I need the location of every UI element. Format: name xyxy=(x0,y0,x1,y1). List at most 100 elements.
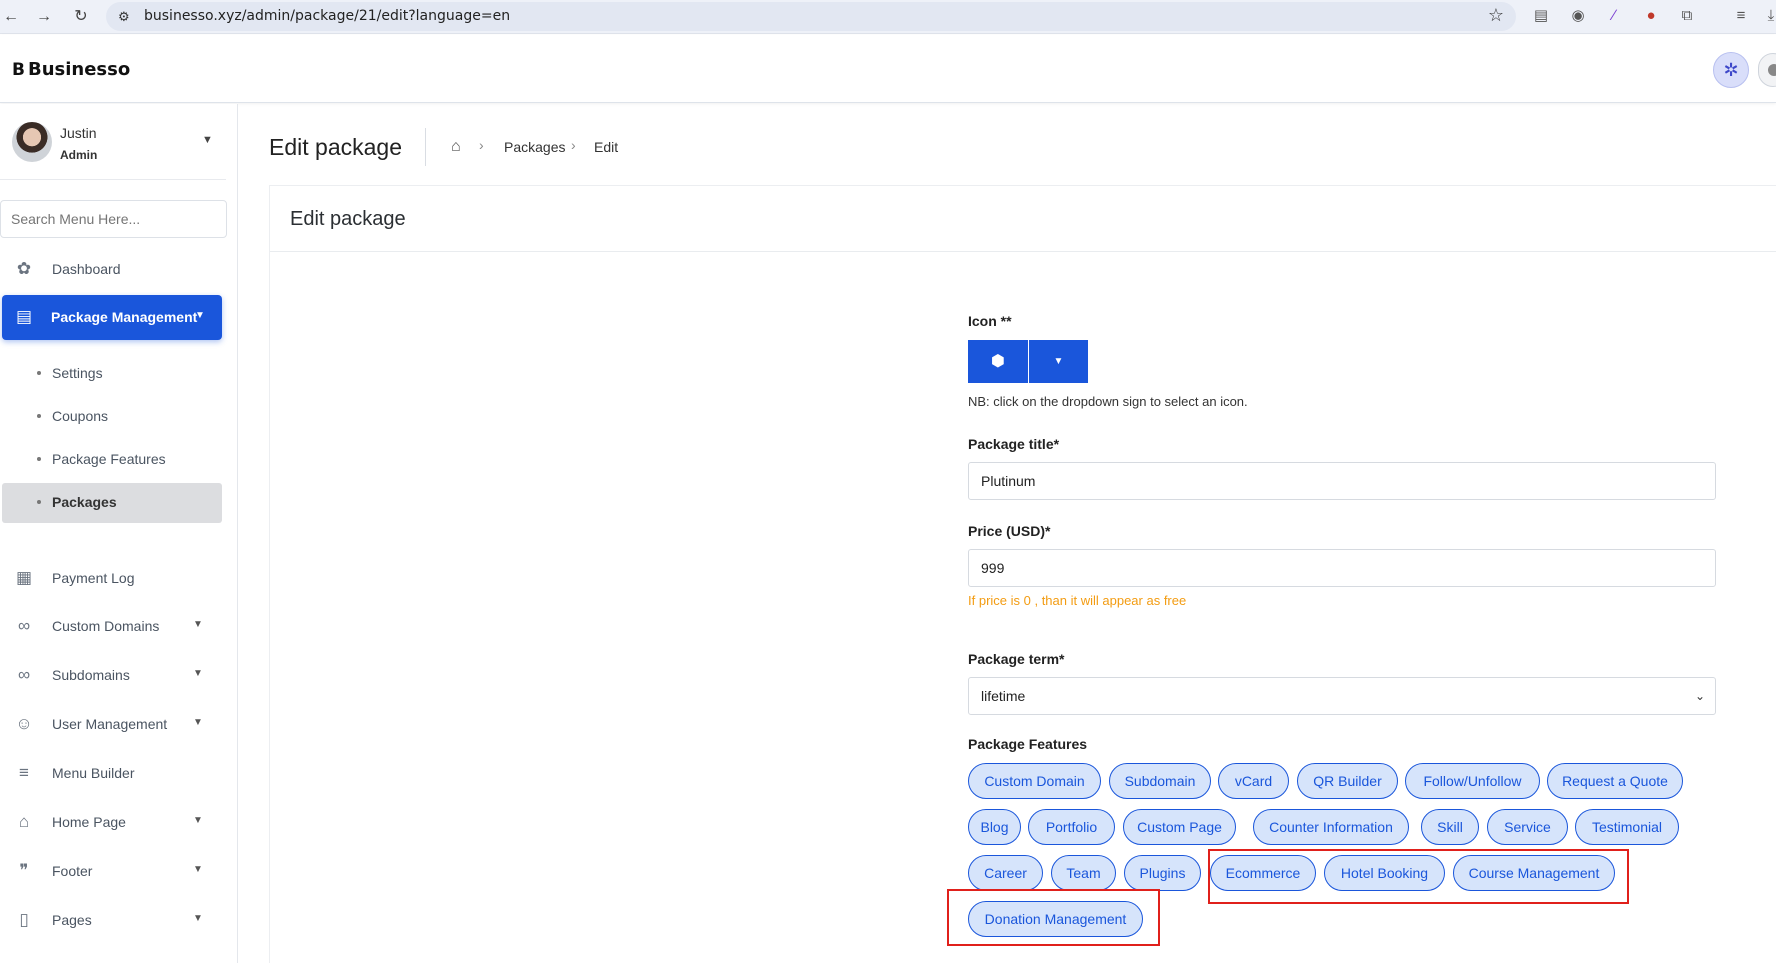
sidebar-item-footer[interactable]: ❞ Footer ▼ xyxy=(0,851,226,891)
caret-down-icon: ▼ xyxy=(193,815,203,826)
highlight-box xyxy=(947,889,1160,946)
package-term-label: Package term* xyxy=(968,651,1065,667)
feature-chip[interactable]: QR Builder xyxy=(1297,763,1398,799)
color-picker-icon[interactable]: ● xyxy=(1641,6,1661,26)
package-features-label: Package Features xyxy=(968,736,1088,752)
theme-toggle[interactable] xyxy=(1758,53,1776,87)
feature-chip[interactable]: Blog xyxy=(968,809,1021,845)
brand-logo[interactable]: B Businesso xyxy=(12,59,130,80)
page-title: Edit package xyxy=(269,134,402,160)
site-settings-icon[interactable]: ⚙ xyxy=(118,9,130,25)
caret-down-icon[interactable]: ▼ xyxy=(202,134,213,146)
sidebar-item-label: Package Management xyxy=(51,309,198,325)
app-header: B Businesso ✲ xyxy=(0,35,1776,103)
chevron-down-icon: ⌄ xyxy=(1694,689,1705,703)
palette-icon: ✿ xyxy=(16,259,32,278)
icon-dropdown-button[interactable]: ▼ xyxy=(1029,340,1088,383)
reading-list-icon[interactable]: ≡ xyxy=(1731,6,1751,26)
address-bar[interactable]: ⚙ businesso.xyz/admin/package/21/edit?la… xyxy=(106,2,1516,31)
clipboard-icon[interactable]: ▤ xyxy=(1531,6,1551,26)
caret-down-icon: ▼ xyxy=(193,619,203,630)
feature-chip[interactable]: Custom Domain xyxy=(968,763,1101,799)
sidebar-item-home-page[interactable]: ⌂ Home Page ▼ xyxy=(0,802,226,842)
breadcrumb-packages[interactable]: Packages xyxy=(504,139,565,155)
sidebar-subitem-settings[interactable]: Settings xyxy=(0,354,226,394)
home-icon: ⌂ xyxy=(18,812,30,831)
extensions-icon[interactable]: ⧉ xyxy=(1677,6,1697,26)
back-icon[interactable]: ← xyxy=(0,6,22,28)
shoe-prints-icon: ❞ xyxy=(19,861,29,880)
search-menu-input[interactable] xyxy=(0,200,227,238)
feature-chip[interactable]: Plugins xyxy=(1124,855,1201,891)
link-icon: ∞ xyxy=(17,665,31,684)
reload-icon[interactable]: ↻ xyxy=(70,6,92,28)
sidebar-item-label: Menu Builder xyxy=(52,765,135,781)
sidebar-subitem-label: Coupons xyxy=(52,408,109,424)
sidebar-item-subdomains[interactable]: ∞ Subdomains ▼ xyxy=(0,655,226,695)
sidebar-item-dashboard[interactable]: ✿ Dashboard xyxy=(0,249,226,289)
avatar xyxy=(12,122,52,162)
package-term-select[interactable]: lifetime ⌄ xyxy=(968,677,1716,715)
sidebar-item-pages[interactable]: ▯ Pages ▼ xyxy=(0,900,226,940)
price-input[interactable]: 999 xyxy=(968,549,1716,587)
pen-icon[interactable]: ∕ xyxy=(1604,6,1624,26)
feature-chip[interactable]: Career xyxy=(968,855,1043,891)
price-hint: If price is 0 , than it will appear as f… xyxy=(968,593,1187,608)
user-profile[interactable]: Justin Admin ▼ xyxy=(0,104,226,180)
icon-preview-button[interactable]: ⬢ xyxy=(968,340,1028,383)
sidebar: Justin Admin ▼ ✿ Dashboard ▤ Package Man… xyxy=(0,104,238,963)
logo-text: Businesso xyxy=(27,59,131,80)
logo-mark: B xyxy=(12,60,25,80)
sidebar-item-label: Pages xyxy=(52,912,92,928)
invoice-icon: ▦ xyxy=(15,568,33,587)
bullet-icon xyxy=(37,457,41,461)
sidebar-item-user-management[interactable]: ☺ User Management ▼ xyxy=(0,704,226,744)
icon-note: NB: click on the dropdown sign to select… xyxy=(968,394,1248,409)
sidebar-item-label: Custom Domains xyxy=(52,618,160,634)
feature-chip[interactable]: Counter Information xyxy=(1253,809,1409,845)
camera-icon[interactable]: ◉ xyxy=(1568,6,1588,26)
sidebar-item-custom-domains[interactable]: ∞ Custom Domains ▼ xyxy=(0,606,226,646)
feature-chip[interactable]: Request a Quote xyxy=(1547,763,1683,799)
icon-label: Icon ** xyxy=(968,313,1012,329)
feature-chip[interactable]: Portfolio xyxy=(1028,809,1115,845)
bars-icon: ≡ xyxy=(19,763,29,782)
sidebar-subitem-packages[interactable]: Packages xyxy=(2,483,222,523)
users-icon: ☺ xyxy=(15,714,33,733)
sidebar-subitem-coupons[interactable]: Coupons xyxy=(0,397,226,437)
feature-chip[interactable]: Team xyxy=(1051,855,1116,891)
receipt-icon: ▤ xyxy=(15,307,33,326)
card-title: Edit package xyxy=(290,208,406,230)
sidebar-subitem-label: Packages xyxy=(52,494,117,510)
caret-down-icon: ▼ xyxy=(1053,356,1064,367)
feature-chip[interactable]: Skill xyxy=(1421,809,1479,845)
price-label: Price (USD)* xyxy=(968,523,1051,539)
package-title-input[interactable]: Plutinum xyxy=(968,462,1716,500)
sidebar-subitem-package-features[interactable]: Package Features xyxy=(0,440,226,480)
feature-chip[interactable]: Service xyxy=(1487,809,1568,845)
home-icon[interactable]: ⌂ xyxy=(451,138,461,156)
sidebar-item-menu-builder[interactable]: ≡ Menu Builder xyxy=(0,753,226,793)
feature-chip[interactable]: Follow/Unfollow xyxy=(1405,763,1540,799)
feature-chip[interactable]: Subdomain xyxy=(1109,763,1211,799)
download-icon[interactable]: ⤓ xyxy=(1761,6,1776,26)
sidebar-item-package-management[interactable]: ▤ Package Management ▼ xyxy=(2,295,222,340)
forward-icon[interactable]: → xyxy=(33,6,55,28)
sidebar-item-label: Home Page xyxy=(52,814,126,830)
card-header: Edit package xyxy=(270,186,1776,252)
highlight-box xyxy=(1208,849,1629,904)
settings-gear-button[interactable]: ✲ xyxy=(1713,52,1749,88)
sidebar-item-payment-log[interactable]: ▦ Payment Log xyxy=(0,558,226,598)
feature-chip[interactable]: Custom Page xyxy=(1123,809,1236,845)
bookmark-star-icon[interactable]: ☆ xyxy=(1488,5,1504,26)
caret-down-icon: ▼ xyxy=(195,310,205,321)
caret-down-icon: ▼ xyxy=(193,864,203,875)
file-icon: ▯ xyxy=(19,910,29,929)
feature-chip[interactable]: vCard xyxy=(1218,763,1289,799)
package-title-label: Package title* xyxy=(968,436,1060,452)
feature-chip[interactable]: Testimonial xyxy=(1575,809,1679,845)
link-icon: ∞ xyxy=(17,616,31,635)
browser-toolbar: ← → ↻ ⚙ businesso.xyz/admin/package/21/e… xyxy=(0,0,1776,34)
chevron-right-icon: › xyxy=(571,137,576,153)
url-text: businesso.xyz/admin/package/21/edit?lang… xyxy=(144,8,511,24)
